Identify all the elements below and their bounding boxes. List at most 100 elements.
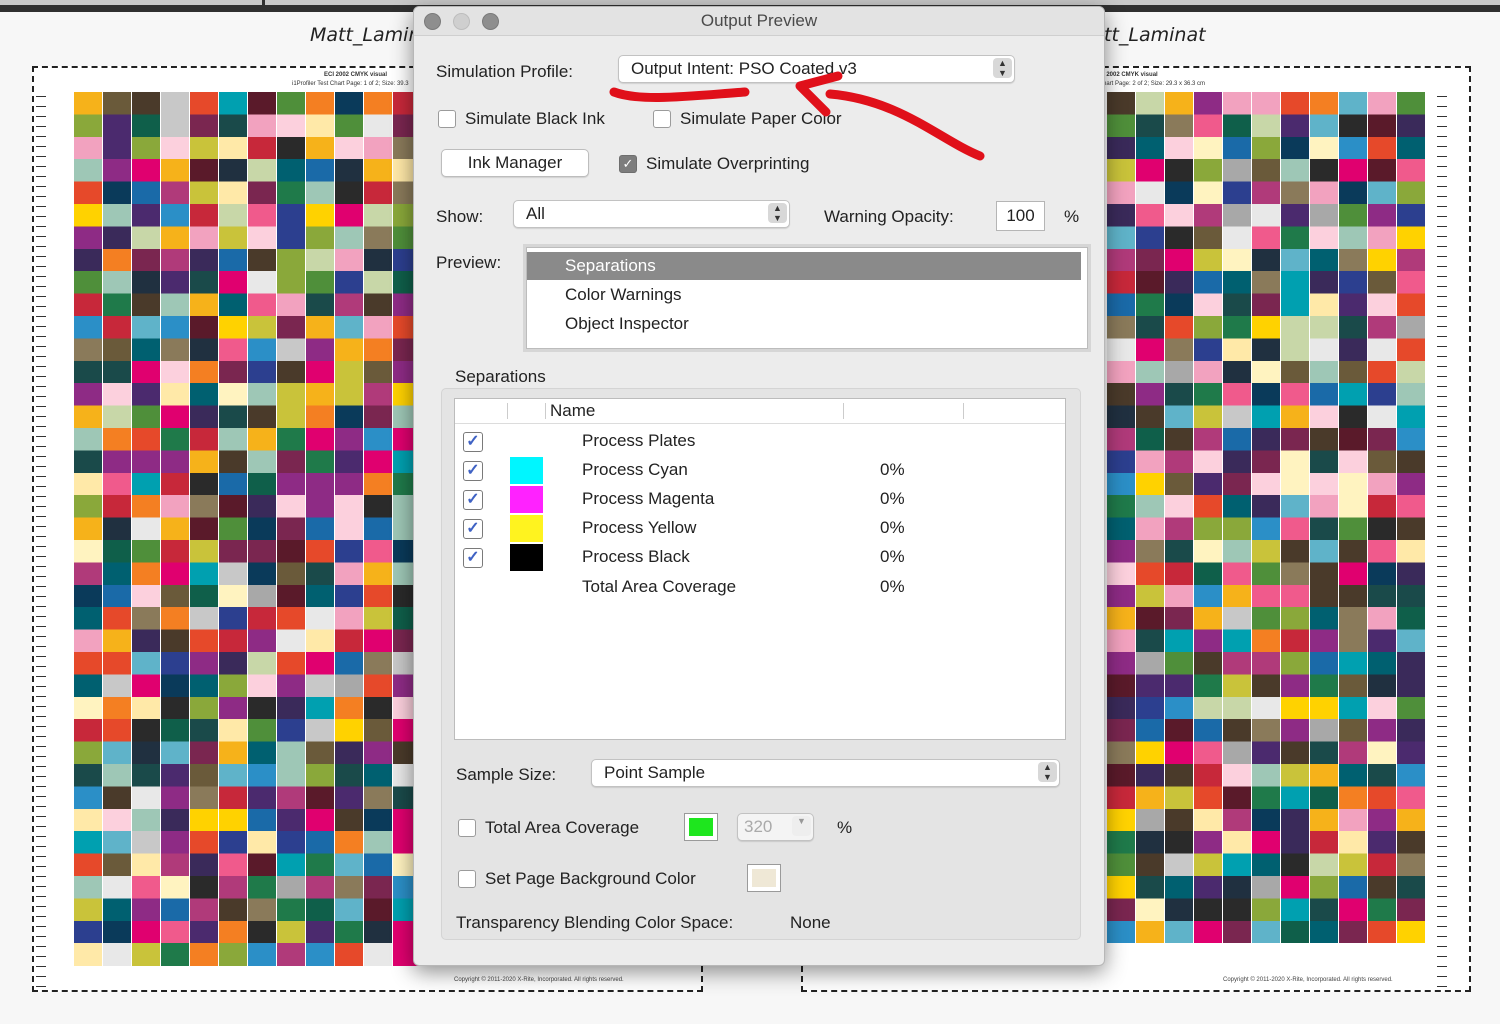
magenta-swatch bbox=[510, 486, 543, 513]
name-column-header[interactable]: Name bbox=[550, 399, 596, 424]
warning-opacity-input[interactable]: 100 bbox=[996, 201, 1045, 231]
sample-size-value: Point Sample bbox=[604, 763, 706, 782]
color-swatch bbox=[689, 818, 713, 836]
updown-chevron-icon: ▲ ▼ bbox=[993, 58, 1012, 78]
preview-label: Preview: bbox=[436, 253, 502, 272]
separation-checkbox[interactable]: ✓ bbox=[463, 548, 483, 568]
preview-item-separations[interactable]: Separations bbox=[527, 252, 1081, 280]
column-divider bbox=[963, 403, 964, 419]
right-copyright: Copyright © 2011-2020 X-Rite, Incorporat… bbox=[1223, 977, 1393, 983]
column-divider bbox=[545, 403, 546, 419]
color-patch-column bbox=[1107, 92, 1135, 944]
sample-size-label: Sample Size: bbox=[456, 765, 557, 784]
color-swatch bbox=[752, 869, 776, 887]
page-background-checkbox[interactable] bbox=[458, 870, 476, 888]
preview-list[interactable]: Separations Color Warnings Object Inspec… bbox=[526, 247, 1088, 349]
show-label: Show: bbox=[436, 207, 484, 226]
color-patch-column bbox=[1397, 92, 1425, 944]
simulation-profile-popup[interactable]: Output Intent: PSO Coated v3 ▲ ▼ bbox=[618, 55, 1015, 83]
ink-manager-button[interactable]: Ink Manager bbox=[441, 149, 589, 177]
simulate-paper-color-label: Simulate Paper Color bbox=[680, 109, 842, 128]
separations-group: Name ✓ Process Plates ✓ Process Cyan 0% … bbox=[441, 388, 1081, 940]
top-bar-segment bbox=[265, 0, 1500, 5]
color-patch-column bbox=[1136, 92, 1164, 944]
right-page-title: tt_Laminat bbox=[1104, 24, 1206, 46]
blending-space-value: None bbox=[790, 913, 831, 932]
simulation-profile-value: Output Intent: PSO Coated v3 bbox=[631, 59, 857, 78]
left-copyright: Copyright © 2011-2020 X-Rite, Incorporat… bbox=[454, 977, 624, 983]
right-chart-subheader: hart Page: 2 of 2; Size: 29.3 x 36.3 cm bbox=[1103, 81, 1206, 87]
color-patch-column bbox=[1281, 92, 1309, 944]
output-preview-dialog: Output Preview Simulation Profile: Outpu… bbox=[413, 6, 1105, 966]
yellow-swatch bbox=[510, 515, 543, 542]
color-patch-column bbox=[219, 92, 247, 966]
right-ruler-ticks bbox=[1437, 96, 1447, 996]
separation-percent: 0% bbox=[880, 489, 905, 508]
color-patch-column bbox=[1368, 92, 1396, 944]
separation-row-process-magenta: ✓ Process Magenta 0% bbox=[455, 485, 1065, 514]
page-background-color-well[interactable] bbox=[747, 864, 781, 892]
separation-name: Process Yellow bbox=[582, 518, 697, 537]
top-bar-segment bbox=[0, 0, 262, 5]
dialog-titlebar[interactable]: Output Preview bbox=[414, 7, 1104, 36]
separations-group-label: Separations bbox=[455, 367, 546, 386]
warning-opacity-label: Warning Opacity: bbox=[824, 207, 954, 226]
separation-percent: 0% bbox=[880, 577, 905, 596]
chevron-down-icon: ▼ bbox=[792, 816, 811, 836]
sample-size-popup[interactable]: Point Sample ▲ ▼ bbox=[591, 759, 1060, 787]
simulate-overprinting-checkbox[interactable]: ✓ bbox=[619, 155, 637, 173]
blending-space-label: Transparency Blending Color Space: bbox=[456, 913, 734, 932]
color-patch-column bbox=[161, 92, 189, 966]
table-header bbox=[455, 399, 1065, 424]
total-area-coverage-checkbox[interactable] bbox=[458, 819, 476, 837]
color-patch-column bbox=[306, 92, 334, 966]
total-area-coverage-label: Total Area Coverage bbox=[485, 818, 640, 837]
separation-checkbox[interactable]: ✓ bbox=[463, 461, 483, 481]
total-area-coverage-color-well[interactable] bbox=[684, 813, 718, 841]
simulate-black-ink-label: Simulate Black Ink bbox=[465, 109, 605, 128]
separation-checkbox[interactable]: ✓ bbox=[463, 432, 483, 452]
separation-name: Process Black bbox=[582, 547, 690, 566]
separation-row-process-plates: ✓ Process Plates bbox=[455, 427, 1065, 456]
updown-chevron-icon: ▲ ▼ bbox=[768, 203, 787, 223]
total-area-coverage-percent: % bbox=[837, 818, 853, 837]
color-patch-column bbox=[132, 92, 160, 966]
simulate-black-ink-checkbox[interactable] bbox=[438, 110, 456, 128]
simulation-profile-label: Simulation Profile: bbox=[436, 62, 574, 81]
color-patch-column bbox=[335, 92, 363, 966]
color-patch-column bbox=[248, 92, 276, 966]
page-background-label: Set Page Background Color bbox=[485, 869, 696, 888]
show-value: All bbox=[526, 204, 545, 223]
separation-row-process-cyan: ✓ Process Cyan 0% bbox=[455, 456, 1065, 485]
color-patch-column bbox=[103, 92, 131, 966]
color-patch-column bbox=[1252, 92, 1280, 944]
left-ruler-ticks bbox=[36, 96, 46, 996]
color-patch-column bbox=[1223, 92, 1251, 944]
column-divider bbox=[507, 403, 508, 419]
simulate-paper-color-checkbox[interactable] bbox=[653, 110, 671, 128]
separation-checkbox[interactable]: ✓ bbox=[463, 490, 483, 510]
separation-checkbox[interactable]: ✓ bbox=[463, 519, 483, 539]
separation-row-process-black: ✓ Process Black 0% bbox=[455, 543, 1065, 572]
separation-name: Process Cyan bbox=[582, 460, 688, 479]
total-area-coverage-value: 320 bbox=[744, 817, 773, 836]
color-patch-column bbox=[364, 92, 392, 966]
warning-opacity-percent: % bbox=[1064, 207, 1080, 226]
dialog-title: Output Preview bbox=[700, 11, 818, 30]
preview-item-color-warnings[interactable]: Color Warnings bbox=[527, 281, 1081, 309]
separation-row-total-area-coverage: Total Area Coverage 0% bbox=[455, 573, 1065, 602]
separation-percent: 0% bbox=[880, 518, 905, 537]
simulate-overprinting-label: Simulate Overprinting bbox=[646, 154, 810, 173]
color-patch-column bbox=[190, 92, 218, 966]
separation-percent: 0% bbox=[880, 547, 905, 566]
total-area-coverage-combo[interactable]: 320 ▼ bbox=[737, 813, 814, 841]
separation-name: Process Magenta bbox=[582, 489, 715, 508]
color-patch-column bbox=[1194, 92, 1222, 944]
right-chart-header: I 2002 CMYK visual bbox=[1103, 72, 1158, 78]
show-popup[interactable]: All ▲ ▼ bbox=[513, 200, 790, 228]
preview-item-object-inspector[interactable]: Object Inspector bbox=[527, 310, 1081, 338]
separation-name: Total Area Coverage bbox=[582, 577, 737, 596]
color-patch-column bbox=[1310, 92, 1338, 944]
separation-row-process-yellow: ✓ Process Yellow 0% bbox=[455, 514, 1065, 543]
cyan-swatch bbox=[510, 457, 543, 484]
